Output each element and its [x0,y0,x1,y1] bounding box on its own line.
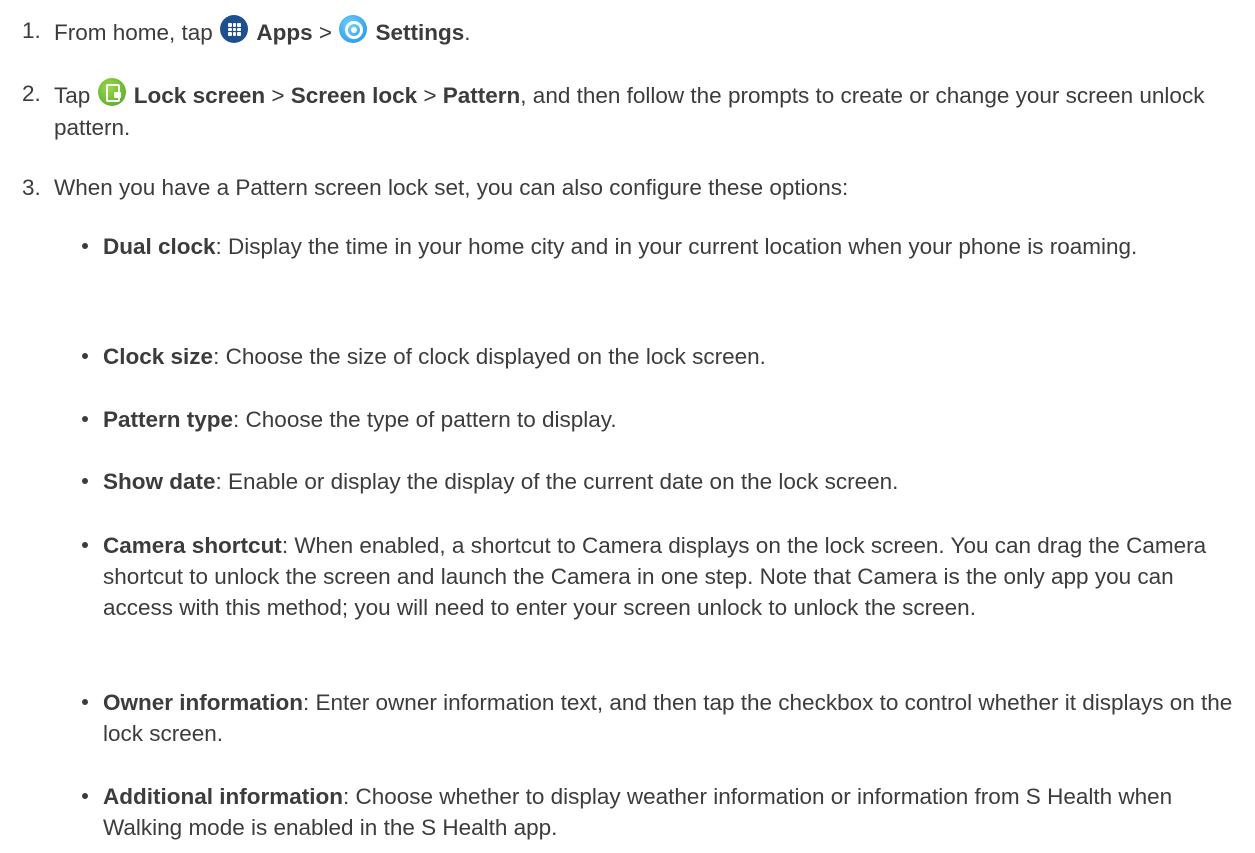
option-text: Clock size: Choose the size of clock dis… [103,341,1248,372]
step-text: Tap [54,83,97,108]
step-number: 1. [22,18,41,43]
option-desc: : Choose the type of pattern to display. [233,407,617,432]
apps-label: Apps [256,20,313,45]
option-term: Pattern type [103,407,234,432]
bullet-mark [82,542,88,548]
bullet-mark [82,416,88,422]
option-term: Dual clock [103,234,216,259]
separator: > [265,83,291,108]
option-text: Additional information: Choose whether t… [103,781,1248,843]
step-body: From home, tap Apps > Settings. [54,15,1239,49]
lock-screen-icon [97,78,126,106]
option-text: Owner information: Enter owner informati… [103,687,1248,749]
settings-gear-icon [339,15,368,43]
settings-label: Settings [375,20,465,45]
lock-screen-label: Lock screen [133,83,266,108]
bullet-mark [82,793,88,799]
step-number: 3. [22,175,41,200]
step-3: 3. When you have a Pattern screen lock s… [22,172,1242,204]
option-text: Camera shortcut: When enabled, a shortcu… [103,530,1248,623]
step-end: . [464,20,471,45]
option-text: Dual clock: Display the time in your hom… [103,231,1248,262]
document-page: 1. From home, tap Apps > Settings. 2. Ta… [0,0,1255,853]
step-body: When you have a Pattern screen lock set,… [54,175,849,200]
bullet-mark [82,243,88,249]
option-term: Additional information [103,784,343,809]
option-text: Pattern type: Choose the type of pattern… [103,404,1248,435]
bullet-mark [82,353,88,359]
option-desc: : Enable or display the display of the c… [215,469,899,494]
step-number: 2. [22,81,41,106]
step-text: From home, tap [54,20,220,45]
step-2: 2. Tap Lock screen > Screen lock > Patte… [22,78,1242,140]
step-1: 1. From home, tap Apps > Settings. [22,15,1242,47]
option-desc: : Choose the size of clock displayed on … [213,344,766,369]
option-term: Owner information [103,690,304,715]
step-body: Tap Lock screen > Screen lock > Pattern,… [54,78,1239,144]
bullet-mark [82,699,88,705]
apps-grid-icon [220,15,249,43]
pattern-label: Pattern [442,83,521,108]
option-term: Camera shortcut [103,533,282,558]
screen-lock-label: Screen lock [290,83,418,108]
option-term: Clock size [103,344,214,369]
option-term: Show date [103,469,216,494]
option-desc: : Display the time in your home city and… [215,234,1138,259]
separator: > [312,20,339,45]
bullet-mark [82,478,88,484]
option-text: Show date: Enable or display the display… [103,466,1248,497]
separator: > [417,83,443,108]
